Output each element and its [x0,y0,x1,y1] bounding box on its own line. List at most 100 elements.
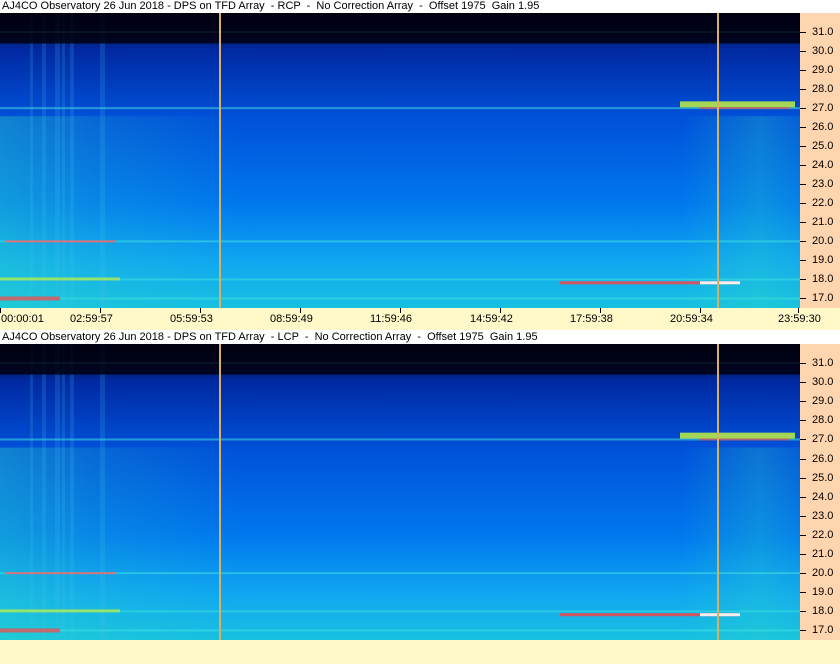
y-tick [800,439,806,441]
interference-burst [0,609,120,613]
time-marker-line [717,344,719,640]
interference-band [0,572,800,575]
y-tick [800,127,806,129]
interference-band [0,438,800,441]
spectrogram-lcp [0,344,800,640]
y-tick [800,108,806,110]
interference-burst [700,613,740,617]
y-tick-label: 17.0 [812,624,834,637]
y-tick-label: 22.0 [812,197,834,210]
interference-burst [700,107,790,110]
y-tick [800,496,806,498]
y-tick-label: 30.0 [812,45,834,58]
y-tick-label: 19.0 [812,586,834,599]
y-tick-label: 19.0 [812,254,834,267]
y-tick [800,222,806,224]
y-tick-label: 23.0 [812,178,834,191]
interference-burst [700,438,790,441]
x-tick-label: 02:59:57 [70,313,113,325]
noise-streak [62,13,65,308]
y-tick [800,89,806,91]
x-tick-label: 14:59:42 [470,313,513,325]
frequency-axis-rcp: 31.0 30.0 29.0 28.0 27.0 26.0 25.0 24.0 23.0 22.0… [800,13,840,308]
spectrogram-rcp [0,13,800,308]
interference-band [0,629,800,632]
y-tick [800,554,806,556]
y-tick-label: 27.0 [812,433,834,446]
y-tick [800,165,806,167]
y-tick [800,515,806,517]
y-tick-label: 21.0 [812,548,834,561]
y-tick [800,382,806,384]
y-tick [800,592,806,594]
y-tick-label: 28.0 [812,414,834,427]
time-axis-rcp: 00:00:01 02:59:57 05:59:53 08:59:49 11:59:46… [0,308,840,330]
x-tick-label: 17:59:38 [570,313,613,325]
y-tick-label: 29.0 [812,64,834,77]
noise-streak [100,344,105,640]
y-tick [800,260,806,262]
noise-streak [70,344,74,640]
interference-band [0,107,800,110]
interference-burst [0,277,120,281]
time-marker-line [717,13,719,308]
interference-burst [0,296,60,301]
y-tick-label: 26.0 [812,121,834,134]
y-tick-label: 29.0 [812,395,834,408]
y-tick [800,420,806,422]
y-tick-label: 24.0 [812,490,834,503]
y-tick [800,279,806,281]
interference-band [0,240,800,243]
y-tick [800,146,806,148]
y-tick-label: 18.0 [812,605,834,618]
y-tick-label: 20.0 [812,235,834,248]
y-tick-label: 31.0 [812,26,834,39]
y-tick-label: 20.0 [812,567,834,580]
noise-streak [70,13,74,308]
x-tick-label: 05:59:53 [170,313,213,325]
y-tick-label: 31.0 [812,357,834,370]
y-tick-label: 30.0 [812,376,834,389]
interference-burst [5,572,115,575]
spectrogram-lcp-svg [0,344,800,640]
y-tick-label: 18.0 [812,273,834,286]
time-axis-lcp [0,640,840,664]
y-tick [800,298,806,300]
y-tick [800,534,806,536]
noise-streak [42,13,46,308]
y-tick [800,477,806,479]
y-tick [800,611,806,613]
panel-title-rcp: AJ4CO Observatory 26 Jun 2018 - DPS on T… [2,0,540,12]
noise-streak [62,344,65,640]
noise-streak [42,344,46,640]
y-tick-label: 28.0 [812,83,834,96]
spectrogram-rcp-svg [0,13,800,308]
frequency-axis-lcp: 31.0 30.0 29.0 28.0 27.0 26.0 25.0 24.0 23.0 22.0… [800,344,840,640]
interference-burst [5,240,115,243]
noise-streak [30,344,33,640]
interference-burst [680,101,795,108]
y-tick-label: 17.0 [812,292,834,305]
y-tick [800,458,806,460]
time-marker-line [219,344,221,640]
y-tick-label: 25.0 [812,471,834,484]
noise-streak [100,13,105,308]
interference-burst [700,281,740,285]
y-tick [800,573,806,575]
y-tick-label: 22.0 [812,528,834,541]
noise-streak [55,13,60,308]
y-tick [800,51,806,53]
panel-title-lcp: AJ4CO Observatory 26 Jun 2018 - DPS on T… [2,331,538,343]
spectrogram-top-dark [0,344,800,375]
y-tick-label: 26.0 [812,452,834,465]
y-tick-label: 25.0 [812,140,834,153]
noise-streak [55,344,60,640]
x-tick-label: 08:59:49 [270,313,313,325]
spectrogram-top-dark [0,13,800,44]
x-tick-label: 11:59:46 [370,313,413,325]
y-tick [800,32,806,34]
y-tick-label: 23.0 [812,509,834,522]
interference-band [0,297,800,300]
noise-streak [30,13,33,308]
x-tick-label: 20:59:34 [670,313,713,325]
